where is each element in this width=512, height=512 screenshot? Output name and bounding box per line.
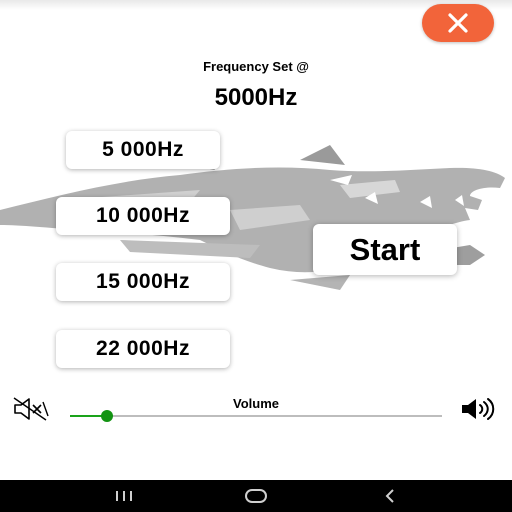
- home-icon: [245, 489, 267, 503]
- current-frequency: 5000Hz: [214, 84, 298, 111]
- frequency-button-22000[interactable]: 22 000Hz: [56, 330, 230, 368]
- back-icon: [385, 489, 394, 503]
- speaker-loud-icon[interactable]: [460, 396, 500, 422]
- frequency-button-15000[interactable]: 15 000Hz: [56, 263, 230, 301]
- slider-thumb[interactable]: [101, 410, 114, 422]
- volume-slider[interactable]: [70, 404, 442, 428]
- close-button[interactable]: [422, 4, 494, 42]
- close-icon: [448, 13, 468, 33]
- slider-track: [70, 415, 442, 417]
- start-button[interactable]: Start: [313, 224, 457, 275]
- recents-button[interactable]: [94, 480, 154, 512]
- home-button[interactable]: [226, 480, 286, 512]
- back-button[interactable]: [360, 480, 420, 512]
- frequency-caption: Frequency Set @: [203, 59, 309, 74]
- frequency-button-10000[interactable]: 10 000Hz: [56, 197, 230, 235]
- navigation-bar: [0, 480, 512, 512]
- frequency-button-5000[interactable]: 5 000Hz: [66, 131, 220, 169]
- recents-icon: [116, 491, 132, 501]
